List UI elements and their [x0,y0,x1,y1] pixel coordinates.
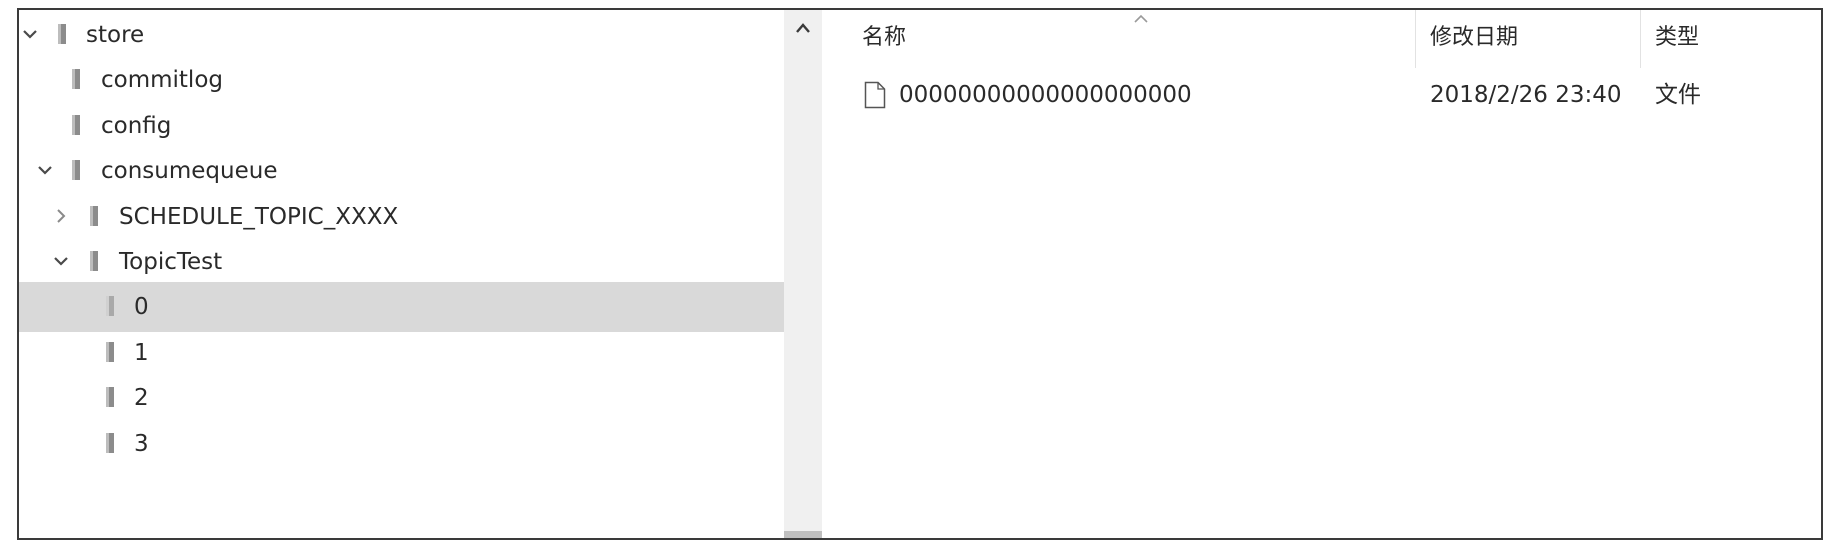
scroll-up-arrow-icon[interactable] [794,20,812,34]
column-divider[interactable] [1415,10,1416,68]
tree-item-label: SCHEDULE_TOPIC_XXXX [119,204,399,230]
chevron-right-icon[interactable] [52,207,70,225]
file-row[interactable]: 00000000000000000000 2018/2/26 23:40 文件 [822,74,1821,116]
file-list-pane: 名称 修改日期 类型 00000000000000000000 2018/2/2… [822,10,1821,538]
scrollbar-thumb[interactable] [784,531,822,538]
chevron-down-icon[interactable] [36,161,54,179]
tree-item-1[interactable]: 1 [19,328,784,378]
tree-scrollbar[interactable] [784,10,822,538]
tree-item-label: 0 [134,294,149,320]
tree-item-3[interactable]: 3 [19,419,784,469]
folder-icon [89,205,99,227]
tree-item-label: consumequeue [101,158,278,184]
folder-icon [89,250,99,272]
column-header-type[interactable]: 类型 [1655,25,1699,51]
tree-item-label: config [101,113,172,139]
column-header-name[interactable]: 名称 [862,25,906,51]
tree-item-2[interactable]: 2 [19,373,784,423]
tree-item-label: 3 [134,431,149,457]
sort-ascending-icon [1132,10,1150,23]
tree-item-label: 1 [134,340,149,366]
folder-icon [105,386,115,408]
file-explorer-window: store commitlog config consumequeue SCHE… [17,8,1823,540]
tree-item-consumequeue[interactable]: consumequeue [19,146,784,196]
folder-icon [71,159,81,181]
tree-item-label: store [86,22,145,48]
file-modified-date: 2018/2/26 23:40 [1430,82,1622,108]
folder-icon [105,341,115,363]
column-divider[interactable] [1640,10,1641,68]
tree-item-store[interactable]: store [19,10,784,60]
folder-icon [105,432,115,454]
tree-item-label: TopicTest [119,249,223,275]
folder-icon [71,68,81,90]
chevron-down-icon[interactable] [52,252,70,270]
tree-item-label: 2 [134,385,149,411]
folder-icon [71,114,81,136]
file-type: 文件 [1655,82,1701,108]
chevron-down-icon[interactable] [21,25,39,43]
tree-item-schedule-topic[interactable]: SCHEDULE_TOPIC_XXXX [19,192,784,242]
column-header-modified[interactable]: 修改日期 [1430,25,1518,51]
navigation-tree: store commitlog config consumequeue SCHE… [19,10,784,538]
tree-item-config[interactable]: config [19,101,784,151]
tree-item-0[interactable]: 0 [19,282,784,332]
folder-icon [105,295,115,317]
folder-icon [57,23,67,45]
tree-item-commitlog[interactable]: commitlog [19,55,784,105]
tree-item-topictest[interactable]: TopicTest [19,237,784,287]
file-icon [864,81,886,109]
file-name: 00000000000000000000 [899,82,1192,108]
tree-item-label: commitlog [101,67,223,93]
